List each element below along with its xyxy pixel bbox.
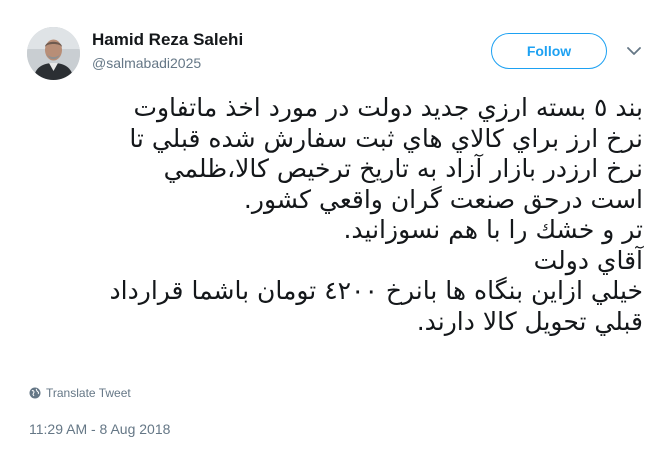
tweet-text-line: قبلي تحويل كالا دارند. — [416, 306, 643, 336]
translate-tweet-link[interactable]: Translate Tweet — [29, 386, 131, 400]
avatar-photo — [27, 27, 80, 80]
tweet-text-line: نرخ ارز براي كالاي هاي ثبت سفارش شده قبل… — [129, 123, 643, 153]
tweet-timestamp[interactable]: 11:29 AM - 8 Aug 2018 — [29, 421, 170, 437]
avatar[interactable] — [27, 27, 80, 80]
chevron-down-icon[interactable] — [626, 44, 642, 56]
globe-icon — [29, 387, 41, 399]
tweet-text-line: نرخ ارزدر بازار آزاد به تاريخ ترخيص كالا… — [163, 154, 643, 183]
author-handle[interactable]: @salmabadi2025 — [92, 55, 201, 71]
tweet-text-line: است درحق صنعت گران واقعي كشور. — [243, 184, 643, 214]
tweet-card: Hamid Reza Salehi @salmabadi2025 Follow … — [0, 0, 671, 451]
tweet-text-line: خيلي ازاين بنگاه ها بانرخ ٤٢٠٠ تومان باش… — [109, 276, 643, 305]
tweet-text-line: بند ٥ بسته ارزي جديد دولت در مورد اخذ ما… — [133, 93, 643, 122]
translate-tweet-label: Translate Tweet — [46, 386, 131, 400]
author-name[interactable]: Hamid Reza Salehi — [92, 30, 243, 50]
follow-button[interactable]: Follow — [491, 33, 607, 69]
tweet-text: بند ٥ بسته ارزي جديد دولت در مورد اخذ ما… — [33, 93, 643, 337]
tweet-text-line: آقاي دولت — [533, 245, 643, 275]
tweet-text-line: تر و خشك را با هم نسوزانيد. — [343, 215, 643, 244]
